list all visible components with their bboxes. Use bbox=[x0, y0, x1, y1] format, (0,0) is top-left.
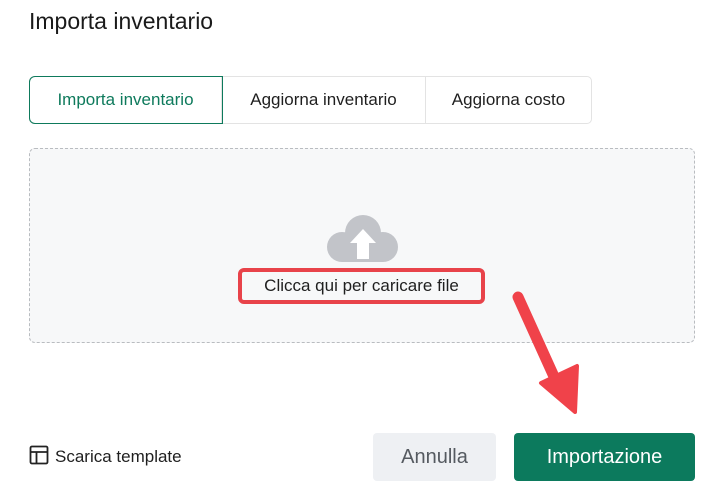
dialog-title: Importa inventario bbox=[29, 8, 214, 34]
tab-update-inventory[interactable]: Aggiorna inventario bbox=[222, 77, 426, 123]
download-template-label: Scarica template bbox=[55, 447, 182, 466]
import-inventory-dialog: Importa inventario Importa inventario Ag… bbox=[0, 0, 725, 498]
import-button[interactable]: Importazione bbox=[514, 433, 695, 481]
arrow-pointer-icon bbox=[505, 288, 585, 423]
download-template-link[interactable]: Scarica template bbox=[29, 444, 182, 470]
template-layout-icon bbox=[29, 445, 49, 470]
tab-import-inventory[interactable]: Importa inventario bbox=[29, 76, 223, 124]
cancel-button[interactable]: Annulla bbox=[373, 433, 496, 481]
cloud-upload-icon bbox=[325, 209, 401, 272]
upload-label-highlight[interactable]: Clicca qui per caricare file bbox=[238, 268, 485, 304]
tab-update-cost[interactable]: Aggiorna costo bbox=[426, 77, 591, 123]
import-mode-tabs: Importa inventario Aggiorna inventario A… bbox=[29, 76, 592, 124]
file-upload-dropzone[interactable]: Clicca qui per caricare file bbox=[29, 148, 695, 343]
upload-label: Clicca qui per caricare file bbox=[264, 276, 459, 295]
